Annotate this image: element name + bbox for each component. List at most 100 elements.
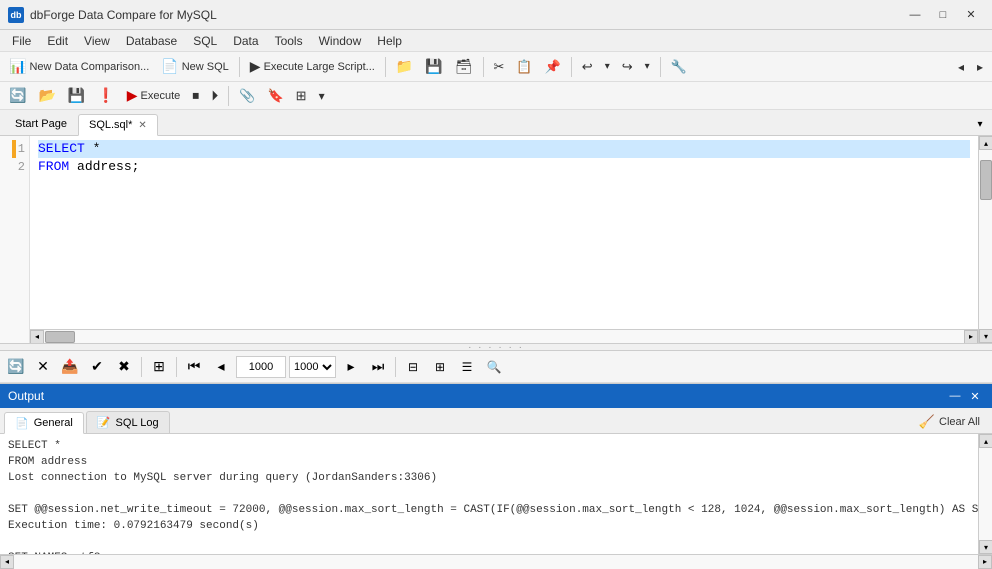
output-minimize-button[interactable]: — [946,388,964,404]
tab-start-page[interactable]: Start Page [4,113,78,135]
execute-label: Execute [141,90,181,102]
maximize-button[interactable]: □ [930,5,956,25]
tab-dropdown-button[interactable]: ▾ [972,113,988,135]
editor-hscroll[interactable]: ◂ ▸ [30,329,978,343]
sql-toolbar: 🔄 📂 💾 ❗ ▶ Execute ⏹ ⏵ 📎 🔖 ⊞ ▾ [0,82,992,110]
menu-database[interactable]: Database [118,30,185,51]
execute-large-script-button[interactable]: ▶ Execute Large Script... [245,55,380,79]
paste-button[interactable]: 📌 [540,55,566,79]
menu-view[interactable]: View [76,30,118,51]
editor-vscroll[interactable]: ▴ ▾ [978,136,992,343]
execute-step-button[interactable]: ⏵ [206,84,223,108]
output-vscroll-up[interactable]: ▴ [979,434,992,448]
cut-button[interactable]: ✂ [489,55,510,79]
output-header: Output — ✕ [0,384,992,408]
save-sql-button[interactable]: 💾 [63,84,90,108]
execute-large-label: Execute Large Script... [264,61,375,73]
results-card-view-button[interactable]: ⊞ [428,355,452,379]
execute-large-icon: ▶ [250,58,261,75]
undo-button[interactable]: ↩ [577,55,598,79]
close-button[interactable]: ✕ [958,5,984,25]
results-check-button[interactable]: ✔ [85,355,109,379]
output-line-2: FROM address [8,454,970,470]
minimize-button[interactable]: — [902,5,928,25]
app-title: dbForge Data Compare for MySQL [30,8,217,22]
open-sql-button[interactable]: 📂 [33,84,60,108]
horizontal-splitter[interactable]: · · · · · · [0,343,992,351]
grid-view-button[interactable]: ⊞ [291,84,312,108]
new-comparison-icon: 📊 [9,58,26,75]
results-refresh-button[interactable]: 🔄 [4,355,28,379]
menu-sql[interactable]: SQL [185,30,225,51]
editor-content[interactable]: SELECT * FROM address; [30,136,978,329]
results-search-button[interactable]: 🔍 [482,355,506,379]
results-form-view-button[interactable]: ☰ [455,355,479,379]
hscroll-left-button[interactable]: ◂ [30,330,44,344]
save-all-button[interactable]: 🗃 [450,55,478,79]
results-prev-page-button[interactable]: ◂ [209,355,233,379]
results-export-button[interactable]: 📤 [58,355,82,379]
output-vscroll-track [979,448,992,540]
menu-edit[interactable]: Edit [39,30,76,51]
output-vscroll-down[interactable]: ▾ [979,540,992,554]
copy-button[interactable]: 📋 [511,55,537,79]
results-first-page-button[interactable]: ⏮ [182,355,206,379]
code-line-2: FROM address; [38,158,970,176]
snippet-button[interactable]: 📎 [234,84,260,108]
open-button[interactable]: 📁 [391,55,418,79]
tools-button[interactable]: 🔧 [666,55,692,79]
save-button[interactable]: 💾 [420,55,447,79]
more-button[interactable]: ▾ [314,84,330,108]
results-last-page-button[interactable]: ⏭ [366,355,390,379]
new-data-comparison-button[interactable]: 📊 New Data Comparison... [4,55,154,79]
menu-window[interactable]: Window [311,30,370,51]
results-table-view-button[interactable]: ⊟ [401,355,425,379]
vscroll-thumb[interactable] [980,160,992,200]
menu-help[interactable]: Help [369,30,410,51]
page-size-dropdown[interactable]: 100 500 1000 5000 [289,356,336,378]
tab-close-icon[interactable]: ✕ [138,120,146,131]
menu-data[interactable]: Data [225,30,266,51]
out-hscroll-left[interactable]: ◂ [0,555,14,569]
output-hscroll[interactable]: ◂ ▸ [0,554,992,568]
menu-file[interactable]: File [4,30,39,51]
code-line-1: SELECT * [38,140,970,158]
redo-dropdown-button[interactable]: ▾ [640,55,655,79]
results-next-page-button[interactable]: ▸ [339,355,363,379]
undo-dropdown-button[interactable]: ▾ [600,55,615,79]
results-grid-button[interactable]: ⊞ [147,355,171,379]
toolbar-separator-4 [571,57,572,77]
page-size-input[interactable] [236,356,286,378]
output-vscroll[interactable]: ▴ ▾ [978,434,992,554]
results-stop-button[interactable]: ✕ [31,355,55,379]
tab-sql-file[interactable]: SQL.sql* ✕ [78,114,158,136]
alert-button[interactable]: ❗ [92,84,119,108]
window-controls: — □ ✕ [902,5,984,25]
redo-button[interactable]: ↪ [617,55,638,79]
out-hscroll-track[interactable] [14,555,978,569]
sql-toolbar-sep-1 [228,86,229,106]
vscroll-down-button[interactable]: ▾ [979,329,992,343]
output-tab-sql-log[interactable]: 📝 SQL Log [86,411,170,433]
vscroll-up-button[interactable]: ▴ [979,136,992,150]
bookmark-button[interactable]: 🔖 [262,84,288,108]
output-line-4 [8,486,970,502]
menu-tools[interactable]: Tools [267,30,311,51]
out-hscroll-right[interactable]: ▸ [978,555,992,569]
toolbar-options-1[interactable]: ◂ [953,55,969,79]
new-sql-button[interactable]: 📄 New SQL [156,55,234,79]
output-tab-general[interactable]: 📄 General [4,412,84,434]
vscroll-track[interactable] [979,150,992,329]
hscroll-right-button[interactable]: ▸ [964,330,978,344]
output-close-button[interactable]: ✕ [966,388,984,404]
output-line-5: SET @@session.net_write_timeout = 72000,… [8,502,970,518]
output-title: Output [8,389,44,403]
hscroll-track[interactable] [44,330,964,344]
clear-all-button[interactable]: 🧹 Clear All [911,411,988,433]
stop-button[interactable]: ⏹ [187,84,204,108]
refresh-button[interactable]: 🔄 [4,84,31,108]
execute-button[interactable]: ▶ Execute [122,84,186,108]
toolbar-options-2[interactable]: ▸ [972,55,988,79]
hscroll-thumb[interactable] [45,331,75,343]
results-cancel-button[interactable]: ✖ [112,355,136,379]
